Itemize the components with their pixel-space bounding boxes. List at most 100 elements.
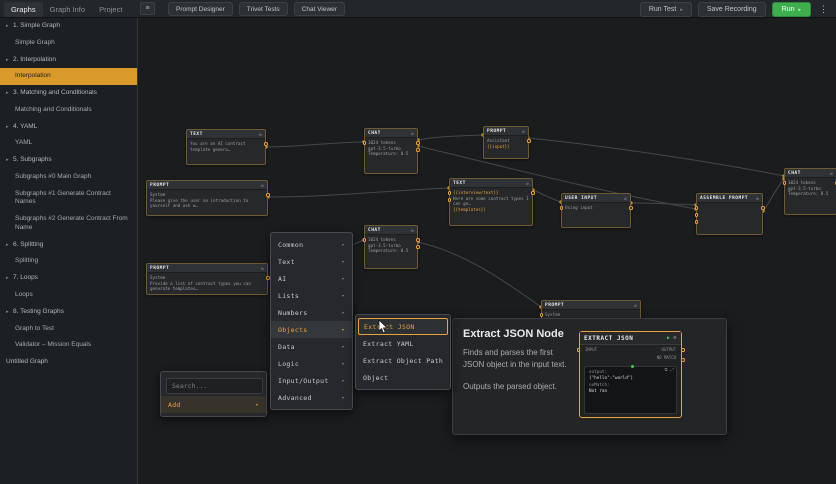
node-settings-icon[interactable]: ⚙ bbox=[261, 183, 264, 188]
menu-item-data[interactable]: Data▸ bbox=[271, 338, 352, 355]
output-port-dot[interactable] bbox=[416, 148, 420, 152]
sidebar-item-graph-to-test[interactable]: Graph to Test bbox=[0, 321, 137, 338]
input-port-dot[interactable] bbox=[783, 181, 787, 185]
search-input[interactable] bbox=[166, 378, 263, 394]
sidebar-item-yaml[interactable]: YAML bbox=[0, 135, 137, 152]
menu-item-numbers[interactable]: Numbers▸ bbox=[271, 304, 352, 321]
sidebar-item-1-simple-graph[interactable]: ▸1. Simple Graph bbox=[0, 18, 137, 35]
sidebar-item-4-yaml[interactable]: ▸4. YAML bbox=[0, 119, 137, 136]
menu-item-extract-yaml[interactable]: Extract YAML bbox=[356, 335, 450, 352]
sidebar-item-subgraphs-0-main-graph[interactable]: Subgraphs #0 Main Graph bbox=[0, 169, 137, 186]
graph-node-user-input[interactable]: USER INPUT⚙Using input bbox=[561, 193, 631, 228]
node-settings-icon[interactable]: ⚙ bbox=[411, 228, 414, 233]
input-port-dot[interactable] bbox=[448, 191, 452, 195]
menu-item-extract-json[interactable]: Extract JSON bbox=[358, 318, 448, 335]
menu-item-add[interactable]: Add ▸ bbox=[161, 396, 266, 413]
sidebar-item-untitled-graph[interactable]: Untitled Graph bbox=[0, 354, 137, 371]
menu-item-object[interactable]: Object bbox=[356, 369, 450, 386]
input-port-dot[interactable] bbox=[695, 220, 699, 224]
tree-caret-icon[interactable]: ▸ bbox=[6, 57, 13, 64]
menu-item-advanced[interactable]: Advanced▸ bbox=[271, 389, 352, 406]
sidebar-item-7-loops[interactable]: ▸7. Loops bbox=[0, 270, 137, 287]
sidebar-item-loops[interactable]: Loops bbox=[0, 287, 137, 304]
menu-item-text[interactable]: Text▸ bbox=[271, 253, 352, 270]
sidebar-item-interpolation[interactable]: Interpolation bbox=[0, 68, 137, 85]
prompt-designer-button[interactable]: Prompt Designer bbox=[168, 2, 233, 16]
sidebar-item-8-testing-graphs[interactable]: ▸8. Testing Graphs bbox=[0, 304, 137, 321]
input-port-dot[interactable] bbox=[363, 238, 367, 242]
node-settings-icon[interactable]: ⚙ bbox=[261, 266, 264, 271]
tab-graph-info[interactable]: Graph Info bbox=[43, 2, 92, 17]
sidebar-item-validator-mission-equals[interactable]: Validator – Mission Equals bbox=[0, 337, 137, 354]
graph-node-prompt[interactable]: PROMPT⚙SystemPlease give the user an int… bbox=[146, 180, 268, 216]
sidebar-item-2-interpolation[interactable]: ▸2. Interpolation bbox=[0, 52, 137, 69]
output-port-dot[interactable] bbox=[629, 206, 633, 210]
output-port-dot[interactable] bbox=[531, 191, 535, 195]
menu-item-extract-object-path[interactable]: Extract Object Path bbox=[356, 352, 450, 369]
menu-item-ai[interactable]: AI▸ bbox=[271, 270, 352, 287]
output-port-dot[interactable] bbox=[761, 206, 765, 210]
node-settings-icon[interactable]: ⚙ bbox=[411, 131, 414, 136]
save-recording-button[interactable]: Save Recording bbox=[698, 2, 766, 17]
node-settings-icon[interactable]: ⚙ bbox=[830, 171, 833, 176]
node-settings-icon[interactable]: ⚙ bbox=[259, 132, 262, 137]
sidebar-item-5-subgraphs[interactable]: ▸5. Subgraphs bbox=[0, 152, 137, 169]
output-port-dot[interactable] bbox=[416, 141, 420, 145]
overflow-menu-button[interactable]: ⋮ bbox=[817, 4, 830, 15]
menu-item-objects[interactable]: Objects▸ bbox=[271, 321, 352, 338]
tree-caret-icon[interactable]: ▸ bbox=[6, 90, 13, 97]
tree-caret-icon[interactable]: ▸ bbox=[6, 309, 13, 316]
node-preview-output: ⧉ ⤢ output:{"hello":"world"}noMatch:Not … bbox=[584, 366, 677, 414]
sidebar-item-subgraphs-1-generate-contract-names[interactable]: Subgraphs #1 Generate Contract Names bbox=[0, 186, 137, 212]
output-port-dot[interactable] bbox=[527, 139, 531, 143]
node-settings-icon[interactable]: ⚙ bbox=[522, 129, 525, 134]
input-port-dot[interactable] bbox=[448, 198, 452, 202]
output-port-dot[interactable] bbox=[416, 245, 420, 249]
output-port-dot[interactable] bbox=[266, 193, 270, 197]
output-port-dot[interactable] bbox=[266, 276, 270, 280]
node-settings-icon[interactable]: ⚙ bbox=[756, 196, 759, 201]
trivet-tests-button[interactable]: Trivet Tests bbox=[239, 2, 288, 16]
input-port-dot[interactable] bbox=[695, 206, 699, 210]
tree-caret-icon[interactable]: ▸ bbox=[6, 157, 13, 164]
node-settings-icon[interactable]: ⚙ bbox=[526, 181, 529, 186]
node-settings-icon[interactable]: ⚙ bbox=[624, 196, 627, 201]
nomatch-port-label: NO MATCH bbox=[657, 355, 676, 360]
menu-item-common[interactable]: Common▸ bbox=[271, 236, 352, 253]
node-settings-icon[interactable]: ⚙ bbox=[634, 303, 637, 308]
menu-item-lists[interactable]: Lists▸ bbox=[271, 287, 352, 304]
sidebar-item-subgraphs-2-generate-contract-from-name[interactable]: Subgraphs #2 Generate Contract From Name bbox=[0, 211, 137, 237]
sidebar-item-matching-and-conditionals[interactable]: Matching and Conditionals bbox=[0, 102, 137, 119]
chat-viewer-button[interactable]: Chat Viewer bbox=[294, 2, 345, 16]
tab-project[interactable]: Project bbox=[92, 2, 129, 17]
input-port-dot[interactable] bbox=[363, 141, 367, 145]
tree-caret-icon[interactable]: ▸ bbox=[6, 275, 13, 282]
output-port-dot[interactable] bbox=[416, 238, 420, 242]
graph-node-chat[interactable]: CHAT⚙1024 tokensgpt-3.5-turboTemperature… bbox=[364, 128, 418, 174]
node-body-line: Temperature: 0.5 bbox=[368, 248, 414, 254]
sidebar-item-simple-graph[interactable]: Simple Graph bbox=[0, 35, 137, 52]
tab-graphs[interactable]: Graphs bbox=[4, 2, 43, 17]
graph-node-assemble-prompt[interactable]: ASSEMBLE PROMPT⚙ bbox=[696, 193, 763, 235]
graph-node-text[interactable]: TEXT⚙{{interview/text}}Here are some con… bbox=[449, 178, 533, 226]
run-button[interactable]: Run▸ bbox=[772, 2, 811, 17]
graph-node-chat[interactable]: CHAT⚙1024 tokensgpt-3.5-turboTemperature… bbox=[784, 168, 836, 215]
tree-caret-icon[interactable]: ▸ bbox=[6, 242, 13, 249]
graph-node-chat[interactable]: CHAT⚙1024 tokensgpt-3.5-turboTemperature… bbox=[364, 225, 418, 269]
sidebar-item-6-splitting[interactable]: ▸6. Splitting bbox=[0, 237, 137, 254]
graph-node-prompt[interactable]: PROMPT⚙SystemProvide a list of contract … bbox=[146, 263, 268, 295]
input-port-dot[interactable] bbox=[560, 206, 564, 210]
sidebar-toggle-button[interactable]: ≡ bbox=[140, 2, 155, 15]
input-port-dot[interactable] bbox=[540, 313, 544, 317]
graph-node-text[interactable]: TEXT⚙You are an AI contract template gen… bbox=[186, 129, 266, 165]
run-test-button[interactable]: Run Test▸ bbox=[640, 2, 692, 17]
sidebar-item-splitting[interactable]: Splitting bbox=[0, 253, 137, 270]
menu-item-input-output[interactable]: Input/Output▸ bbox=[271, 372, 352, 389]
input-port-dot[interactable] bbox=[695, 213, 699, 217]
sidebar-item-3-matching-and-conditionals[interactable]: ▸3. Matching and Conditionals bbox=[0, 85, 137, 102]
tree-caret-icon[interactable]: ▸ bbox=[6, 23, 13, 30]
menu-item-logic[interactable]: Logic▸ bbox=[271, 355, 352, 372]
graph-node-prompt[interactable]: PROMPT⚙Assistant{{input}} bbox=[483, 126, 529, 159]
tree-caret-icon[interactable]: ▸ bbox=[6, 124, 13, 131]
output-port-dot[interactable] bbox=[264, 142, 268, 146]
